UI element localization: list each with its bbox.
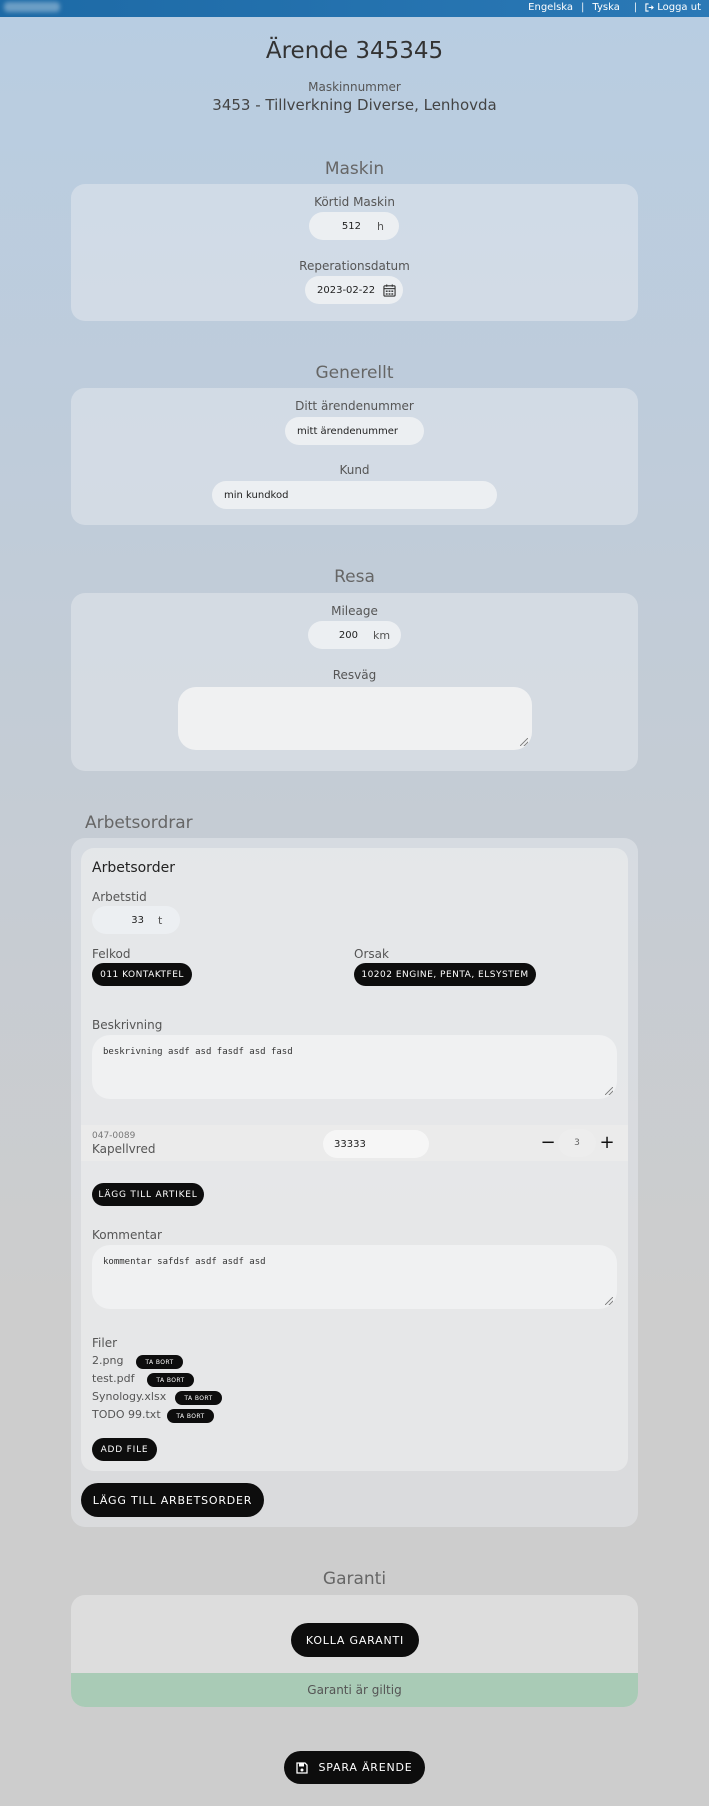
save-case-label: SPARA ÄRENDE <box>318 1761 413 1774</box>
section-title-arbetsordrar: Arbetsordrar <box>85 813 193 833</box>
files-label: Filer <box>92 1336 118 1350</box>
arbetsordrar-card: Arbetsorder Arbetstid 33 t Felkod 011 KO… <box>71 838 638 1527</box>
customer-input[interactable]: min kundkod <box>212 481 497 509</box>
logout-link[interactable]: Logga ut <box>645 2 701 13</box>
nav-german-link[interactable]: Tyska <box>592 2 619 13</box>
fault-code-label: Felkod <box>92 947 131 961</box>
runtime-field[interactable]: 512 h <box>309 212 399 240</box>
repair-date-field[interactable]: 2023-02-22 <box>305 276 403 304</box>
generellt-card: Ditt ärendenummer mitt ärendenummer Kund… <box>71 388 638 525</box>
resize-handle[interactable] <box>520 738 528 746</box>
quantity-field[interactable]: 3 <box>558 1129 596 1157</box>
section-title-generellt: Generellt <box>315 363 394 383</box>
route-label: Resväg <box>332 668 377 682</box>
repair-date-label: Reperationsdatum <box>299 259 410 273</box>
file-name: Synology.xlsx <box>92 1390 167 1403</box>
section-title-maskin: Maskin <box>324 159 385 179</box>
runtime-unit: h <box>377 219 384 233</box>
save-case-button[interactable]: SPARA ÄRENDE <box>284 1751 425 1784</box>
remove-file-button[interactable]: TA BORT <box>167 1409 214 1423</box>
article-value-input[interactable]: 33333 <box>323 1130 429 1158</box>
route-textarea[interactable] <box>178 687 532 750</box>
logo[interactable] <box>4 2 60 12</box>
remove-file-button[interactable]: TA BORT <box>136 1355 183 1369</box>
warranty-status: Garanti är giltig <box>71 1673 638 1707</box>
maskin-card: Körtid Maskin 512 h Reperationsdatum 202… <box>71 184 638 321</box>
top-nav: Engelska | Tyska | Logga ut <box>528 2 701 13</box>
description-textarea[interactable]: beskrivning asdf asd fasdf asd fasd <box>92 1035 617 1099</box>
remove-file-button[interactable]: TA BORT <box>175 1391 222 1405</box>
comment-label: Kommentar <box>92 1228 162 1242</box>
file-name: TODO 99.txt <box>92 1408 161 1421</box>
mileage-unit: km <box>373 628 391 642</box>
add-file-button[interactable]: ADD FILE <box>92 1438 157 1461</box>
comment-textarea[interactable]: kommentar safdsf asdf asdf asd <box>92 1245 617 1309</box>
runtime-value: 512 <box>341 220 361 232</box>
runtime-label: Körtid Maskin <box>314 195 395 209</box>
article-name: Kapellvred <box>92 1142 156 1156</box>
page-title: Ärende 345345 <box>265 38 444 64</box>
mileage-field[interactable]: 200 km <box>308 621 401 649</box>
article-row: 047-0089 Kapellvred 33333 − 3 + <box>81 1125 628 1161</box>
section-title-resa: Resa <box>334 567 375 587</box>
top-bar: Engelska | Tyska | Logga ut <box>0 0 709 17</box>
check-warranty-button[interactable]: KOLLA GARANTI <box>291 1623 419 1657</box>
worktime-value: 33 <box>131 914 144 926</box>
save-icon <box>296 1761 309 1774</box>
file-name: 2.png <box>92 1354 124 1367</box>
cause-label: Orsak <box>354 947 389 961</box>
repair-date-value: 2023-02-22 <box>317 284 376 296</box>
logout-label: Logga ut <box>657 2 701 13</box>
case-number-input[interactable]: mitt ärendenummer <box>285 417 424 445</box>
case-number-value: mitt ärendenummer <box>297 425 398 437</box>
worktime-label: Arbetstid <box>92 890 147 904</box>
cause-chip[interactable]: 10202 ENGINE, PENTA, ELSYSTEM <box>354 963 536 986</box>
customer-label: Kund <box>339 463 370 477</box>
fault-code-chip[interactable]: 011 KONTAKTFEL <box>92 963 192 986</box>
case-number-label: Ditt ärendenummer <box>295 399 414 413</box>
increase-quantity-button[interactable]: + <box>599 1132 614 1153</box>
logout-icon <box>645 3 655 12</box>
decrease-quantity-button[interactable]: − <box>540 1132 555 1153</box>
machine-number-value: 3453 - Tillverkning Diverse, Lenhovda <box>212 96 497 114</box>
section-title-garanti: Garanti <box>322 1569 387 1589</box>
description-value: beskrivning asdf asd fasdf asd fasd <box>103 1047 293 1057</box>
mileage-label: Mileage <box>331 604 378 618</box>
work-order-panel: Arbetsorder Arbetstid 33 t Felkod 011 KO… <box>81 848 628 1471</box>
nav-separator: | <box>581 2 585 13</box>
add-article-button[interactable]: LÄGG TILL ARTIKEL <box>92 1183 204 1206</box>
article-value: 33333 <box>334 1138 366 1150</box>
customer-value: min kundkod <box>224 489 289 501</box>
comment-value: kommentar safdsf asdf asdf asd <box>103 1257 266 1267</box>
garanti-card: KOLLA GARANTI Garanti är giltig <box>71 1595 638 1707</box>
remove-file-button[interactable]: TA BORT <box>147 1373 194 1387</box>
worktime-unit: t <box>158 913 163 927</box>
file-name: test.pdf <box>92 1372 135 1385</box>
quantity-value: 3 <box>574 1138 580 1148</box>
resa-card: Mileage 200 km Resväg <box>71 593 638 771</box>
nav-english-link[interactable]: Engelska <box>528 2 573 13</box>
work-order-title: Arbetsorder <box>92 860 175 876</box>
resize-handle[interactable] <box>605 1087 613 1095</box>
calendar-icon[interactable] <box>383 283 396 297</box>
description-label: Beskrivning <box>92 1018 163 1032</box>
worktime-field[interactable]: 33 t <box>92 906 180 934</box>
mileage-value: 200 <box>338 629 358 641</box>
nav-separator: | <box>633 2 638 13</box>
article-number: 047-0089 <box>92 1131 136 1141</box>
resize-handle[interactable] <box>605 1297 613 1305</box>
machine-number-label: Maskinnummer <box>308 80 401 94</box>
add-work-order-button[interactable]: LÄGG TILL ARBETSORDER <box>81 1483 264 1517</box>
